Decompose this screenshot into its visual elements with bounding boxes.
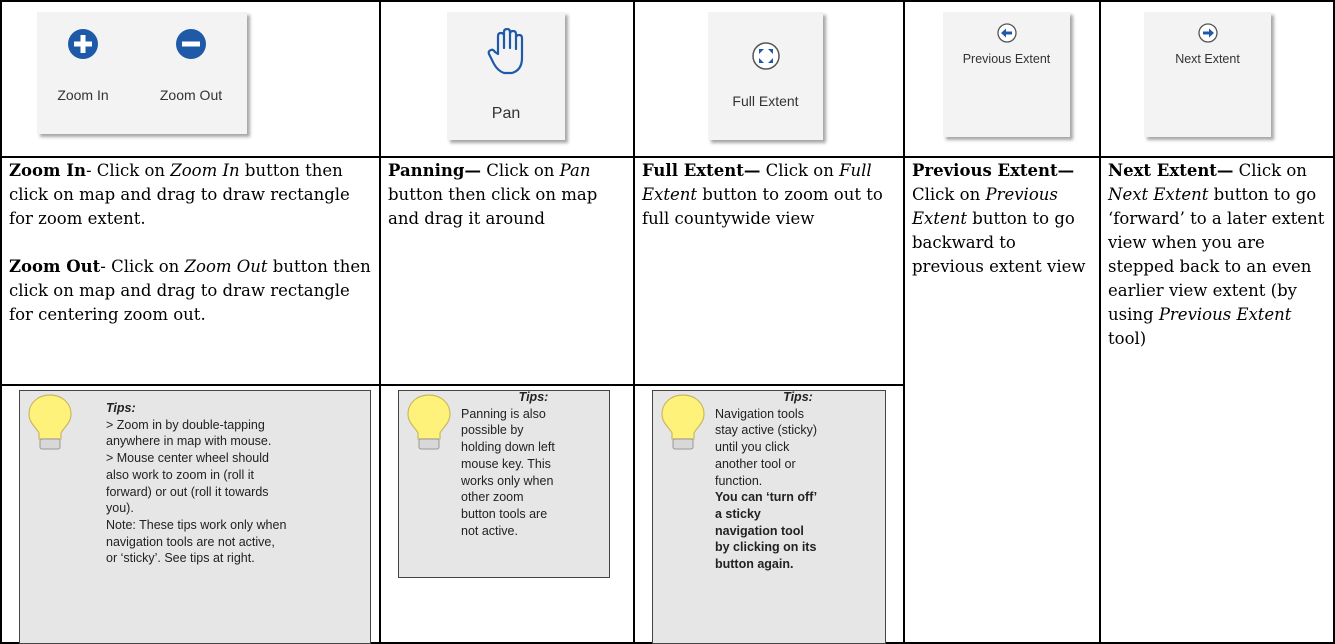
next-extent-toolbar-image: Next Extent <box>1144 12 1271 137</box>
full-extent-tips-text: Tips: Navigation tools stay active (stic… <box>715 389 881 573</box>
zoom-tips-text: Tips: > Zoom in by double-tapping anywhe… <box>106 396 366 567</box>
zoom-description: Zoom In- Click on Zoom In button then cl… <box>9 159 375 327</box>
zoom-in-button[interactable]: Zoom In <box>43 26 123 103</box>
tips-title: Tips: <box>106 401 136 415</box>
lightbulb-icon <box>407 394 451 450</box>
zoom-in-description: Zoom In- Click on Zoom In button then cl… <box>9 161 350 228</box>
tips-title: Tips: <box>783 390 813 404</box>
hand-icon <box>487 27 524 75</box>
column-divider <box>633 0 635 644</box>
table-border-top <box>0 0 1335 2</box>
minus-circle-icon <box>176 29 206 59</box>
column-divider <box>903 0 905 644</box>
lightbulb-icon <box>28 394 72 450</box>
zoom-out-label: Zoom Out <box>159 87 223 103</box>
row-divider <box>0 156 1335 158</box>
previous-extent-description: Previous Extent— Click on Previous Exten… <box>912 161 1086 276</box>
arrow-right-icon <box>1197 23 1218 43</box>
pan-description: Panning— Click on Pan button then click … <box>388 161 598 228</box>
pan-tips-box: Tips: Panning is also possible by holdin… <box>398 390 610 578</box>
pan-toolbar-image: Pan <box>447 12 565 140</box>
full-extent-label: Full Extent <box>732 93 799 109</box>
full-extent-toolbar-image: Full Extent <box>708 12 823 140</box>
next-extent-description: Next Extent— Click on Next Extent button… <box>1108 161 1325 348</box>
tips-title: Tips: <box>518 390 549 404</box>
zoom-in-label: Zoom In <box>57 87 109 103</box>
zoom-tips-box: Tips: > Zoom in by double-tapping anywhe… <box>19 390 371 644</box>
full-extent-button[interactable]: Full Extent <box>708 40 823 109</box>
column-divider <box>379 0 381 644</box>
zoom-toolbar-image: Zoom In Zoom Out <box>37 12 247 134</box>
lightbulb-icon <box>661 394 705 450</box>
zoom-out-button[interactable]: Zoom Out <box>141 26 241 103</box>
previous-extent-label: Previous Extent <box>962 52 1051 66</box>
column-divider <box>1099 0 1101 644</box>
pan-label: Pan <box>491 105 521 122</box>
previous-extent-toolbar-image: Previous Extent <box>943 12 1070 137</box>
next-extent-label: Next Extent <box>1175 52 1240 66</box>
row-divider <box>0 384 905 386</box>
next-extent-button[interactable]: Next Extent <box>1144 22 1271 66</box>
plus-circle-icon <box>68 29 98 59</box>
zoom-out-description: Zoom Out- Click on Zoom Out button then … <box>9 257 371 324</box>
expand-icon <box>751 42 780 70</box>
full-extent-description: Full Extent— Click on Full Extent button… <box>642 161 883 228</box>
table-border-left <box>0 0 2 644</box>
pan-button[interactable]: Pan <box>447 27 565 123</box>
previous-extent-button[interactable]: Previous Extent <box>943 22 1070 66</box>
arrow-left-icon <box>996 23 1017 43</box>
pan-tips-text: Tips: Panning is also possible by holdin… <box>461 389 606 539</box>
full-extent-tips-box: Tips: Navigation tools stay active (stic… <box>652 390 886 644</box>
